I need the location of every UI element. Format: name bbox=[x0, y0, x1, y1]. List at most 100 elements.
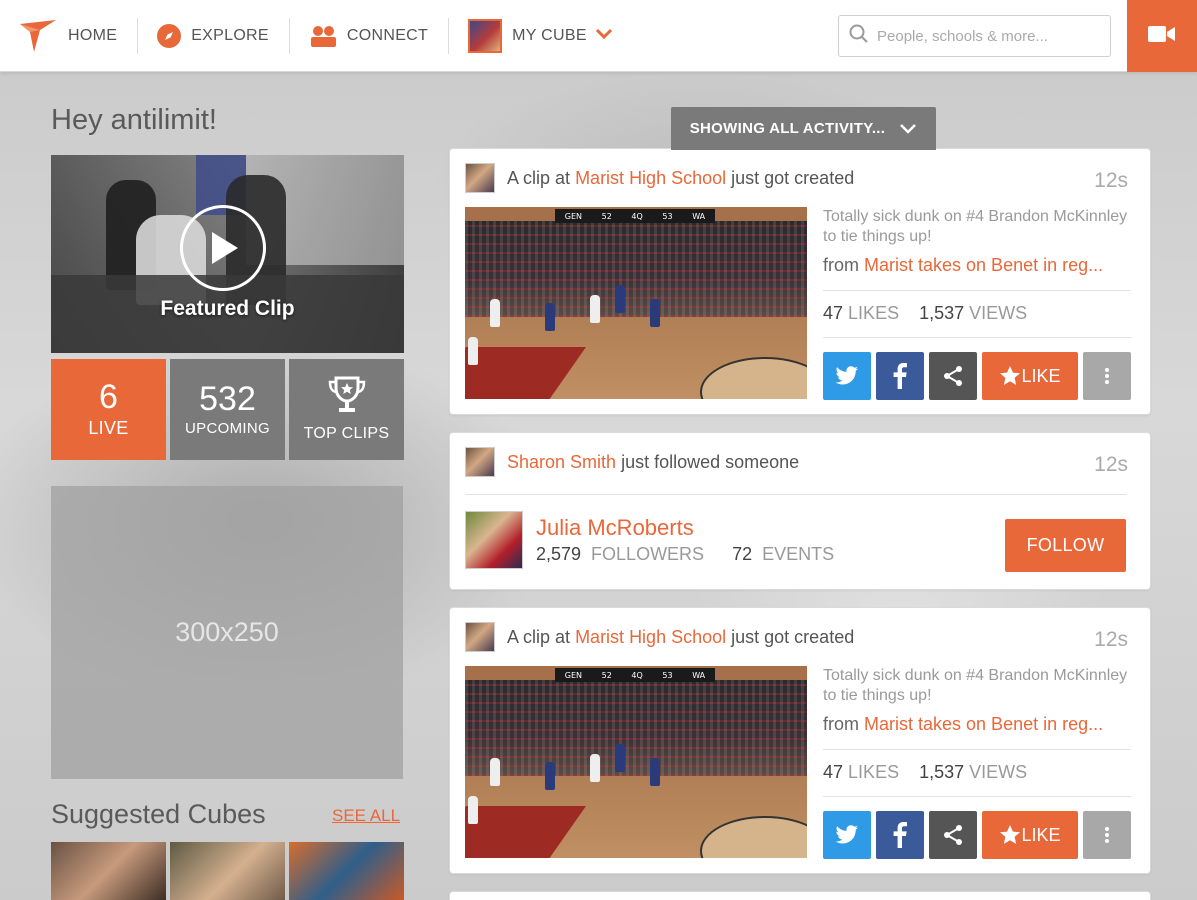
search-box[interactable] bbox=[838, 15, 1111, 57]
timestamp: 12s bbox=[1094, 169, 1128, 192]
suggested-cube-thumb[interactable] bbox=[51, 842, 166, 900]
timestamp: 12s bbox=[1094, 453, 1128, 476]
scoreboard: GEN 52 4Q 53 WA bbox=[555, 668, 715, 682]
suggested-cube-thumb[interactable] bbox=[170, 842, 285, 900]
avatar[interactable] bbox=[465, 447, 495, 477]
top-clips-label: TOP CLIPS bbox=[303, 425, 390, 442]
nav-explore[interactable]: EXPLORE bbox=[137, 0, 289, 72]
nav-my-cube[interactable]: MY CUBE bbox=[448, 0, 633, 72]
like-button[interactable]: LIKE bbox=[982, 811, 1078, 859]
search-input[interactable] bbox=[877, 27, 1097, 45]
more-options-button[interactable] bbox=[1083, 352, 1131, 400]
star-icon bbox=[1000, 825, 1021, 844]
facebook-icon bbox=[893, 363, 907, 389]
people-icon bbox=[309, 24, 337, 48]
activity-text: just got created bbox=[731, 167, 855, 188]
facebook-share-button[interactable] bbox=[876, 352, 924, 400]
top-nav: HOME EXPLORE CONNECT MY CUBE bbox=[0, 0, 1197, 72]
followed-user-avatar[interactable] bbox=[465, 511, 523, 569]
user-link[interactable]: Sharon Smith bbox=[507, 452, 616, 473]
activity-card bbox=[449, 891, 1151, 900]
twitter-icon bbox=[835, 825, 858, 844]
more-options-button[interactable] bbox=[1083, 811, 1131, 859]
clip-thumbnail[interactable]: GEN 52 4Q 53 WA bbox=[465, 207, 807, 399]
views-count: 1,537 bbox=[919, 303, 965, 323]
clip-description: Totally sick dunk on #4 Brandon McKinnle… bbox=[823, 208, 1128, 245]
views-count: 1,537 bbox=[919, 762, 965, 782]
event-link[interactable]: Marist takes on Benet in reg... bbox=[864, 255, 1103, 275]
nav-explore-label: EXPLORE bbox=[191, 26, 269, 44]
more-vertical-icon bbox=[1105, 827, 1109, 843]
clip-actions: LIKE bbox=[823, 811, 1131, 859]
activity-header: A clip at Marist High School just got cr… bbox=[465, 622, 854, 652]
activity-filter-dropdown[interactable]: SHOWING ALL ACTIVITY... bbox=[671, 107, 936, 150]
suggested-cubes-title: Suggested Cubes bbox=[51, 799, 266, 829]
activity-text: just followed someone bbox=[621, 451, 800, 472]
avatar[interactable] bbox=[465, 163, 495, 193]
share-button[interactable] bbox=[929, 352, 977, 400]
facebook-share-button[interactable] bbox=[876, 811, 924, 859]
share-icon bbox=[944, 825, 962, 845]
nav-connect[interactable]: CONNECT bbox=[288, 0, 448, 72]
clip-thumbnail[interactable]: GEN 52 4Q 53 WA bbox=[465, 666, 807, 858]
clip-actions: LIKE bbox=[823, 352, 1131, 400]
video-camera-button[interactable] bbox=[1127, 0, 1197, 72]
nav-home-label: HOME bbox=[68, 26, 118, 44]
activity-text: A clip at bbox=[507, 167, 571, 188]
greeting: Hey antilimit! bbox=[51, 104, 217, 136]
activity-text: just got created bbox=[731, 626, 855, 647]
school-link[interactable]: Marist High School bbox=[575, 627, 726, 648]
share-icon bbox=[944, 366, 962, 386]
follow-activity-card: Sharon Smith just followed someone 12s J… bbox=[449, 432, 1151, 590]
clip-activity-card: A clip at Marist High School just got cr… bbox=[449, 148, 1151, 415]
live-count-tile[interactable]: 6 LIVE bbox=[51, 359, 166, 460]
clip-description: Totally sick dunk on #4 Brandon McKinnle… bbox=[823, 667, 1128, 704]
chevron-down-icon bbox=[595, 27, 613, 45]
likes-count: 47 bbox=[823, 303, 844, 323]
facebook-icon bbox=[893, 822, 907, 848]
clip-source: from Marist takes on Benet in reg... bbox=[823, 255, 1104, 275]
activity-filter-label: SHOWING ALL ACTIVITY... bbox=[689, 120, 886, 137]
upcoming-count: 532 bbox=[199, 380, 256, 418]
like-button[interactable]: LIKE bbox=[982, 352, 1078, 400]
search-icon bbox=[849, 24, 869, 49]
upcoming-count-tile[interactable]: 532 UPCOMING bbox=[170, 359, 285, 460]
clip-counts: 47 LIKES 1,537 VIEWS bbox=[823, 762, 1028, 782]
star-icon bbox=[1000, 366, 1021, 385]
twitter-share-button[interactable] bbox=[823, 811, 871, 859]
see-all-link[interactable]: SEE ALL bbox=[332, 806, 400, 826]
featured-clip[interactable]: Featured Clip bbox=[51, 155, 404, 353]
events-count: 72 bbox=[732, 544, 753, 564]
followers-count: 2,579 bbox=[536, 544, 582, 564]
twitter-share-button[interactable] bbox=[823, 352, 871, 400]
trophy-icon bbox=[327, 376, 367, 419]
live-label: LIVE bbox=[88, 418, 129, 438]
clip-activity-card: A clip at Marist High School just got cr… bbox=[449, 607, 1151, 874]
user-avatar bbox=[468, 18, 503, 53]
clip-counts: 47 LIKES 1,537 VIEWS bbox=[823, 303, 1028, 323]
ad-placeholder[interactable]: 300x250 bbox=[51, 486, 403, 779]
avatar[interactable] bbox=[465, 622, 495, 652]
play-icon[interactable] bbox=[180, 205, 266, 291]
top-clips-tile[interactable]: TOP CLIPS bbox=[289, 359, 404, 460]
school-link[interactable]: Marist High School bbox=[575, 168, 726, 189]
nav-my-cube-label: MY CUBE bbox=[512, 26, 587, 44]
activity-header: A clip at Marist High School just got cr… bbox=[465, 163, 854, 193]
suggested-cube-thumb[interactable] bbox=[289, 842, 404, 900]
followed-user-stats: 2,579 FOLLOWERS 72 EVENTS bbox=[536, 544, 835, 564]
brand-logo-icon bbox=[18, 18, 58, 54]
likes-count: 47 bbox=[823, 762, 844, 782]
activity-text: A clip at bbox=[507, 626, 571, 647]
nav-home[interactable]: HOME bbox=[0, 0, 137, 72]
scoreboard: GEN 52 4Q 53 WA bbox=[555, 209, 715, 223]
video-camera-icon bbox=[1148, 24, 1176, 49]
share-button[interactable] bbox=[929, 811, 977, 859]
nav-connect-label: CONNECT bbox=[346, 26, 429, 44]
clip-source: from Marist takes on Benet in reg... bbox=[823, 714, 1104, 734]
followed-user-name[interactable]: Julia McRoberts bbox=[536, 515, 694, 541]
follow-button[interactable]: FOLLOW bbox=[1005, 519, 1126, 572]
compass-icon bbox=[157, 23, 182, 48]
more-vertical-icon bbox=[1105, 368, 1109, 384]
upcoming-label: UPCOMING bbox=[185, 420, 270, 437]
event-link[interactable]: Marist takes on Benet in reg... bbox=[864, 714, 1103, 734]
